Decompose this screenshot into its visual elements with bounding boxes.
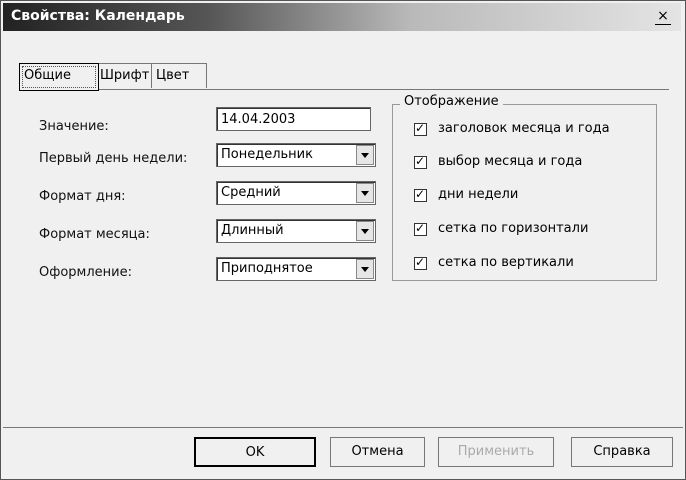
chevron-down-icon[interactable] bbox=[356, 259, 374, 279]
tab-divider bbox=[19, 89, 669, 90]
option-label: заголовок месяца и года bbox=[438, 121, 610, 136]
first-day-label: Первый день недели: bbox=[39, 151, 188, 166]
checkbox[interactable] bbox=[414, 154, 427, 169]
option-label: выбор месяца и года bbox=[438, 154, 583, 169]
chevron-down-icon[interactable] bbox=[356, 183, 374, 203]
style-label: Оформление: bbox=[39, 265, 132, 280]
value-input[interactable]: 14.04.2003 bbox=[216, 107, 371, 131]
value-label: Значение: bbox=[39, 119, 109, 134]
properties-dialog: Свойства: Календарь × Общие Шрифт Цвет З… bbox=[0, 0, 686, 480]
checkbox[interactable] bbox=[414, 187, 427, 202]
button-separator bbox=[3, 427, 683, 428]
month-format-value: Длинный bbox=[221, 223, 284, 238]
month-format-select[interactable]: Длинный bbox=[216, 219, 376, 243]
checkbox[interactable] bbox=[414, 221, 427, 236]
apply-button[interactable]: Применить bbox=[438, 437, 554, 467]
day-format-select[interactable]: Средний bbox=[216, 181, 376, 205]
tab-color[interactable]: Цвет bbox=[151, 63, 207, 88]
month-format-label: Формат месяца: bbox=[39, 227, 150, 242]
style-value: Приподнятое bbox=[221, 261, 313, 276]
tab-font[interactable]: Шрифт bbox=[95, 63, 155, 88]
first-day-select[interactable]: Понедельник bbox=[216, 143, 376, 167]
chevron-down-icon[interactable] bbox=[356, 145, 374, 165]
close-icon[interactable]: × bbox=[655, 9, 671, 25]
option-label: дни недели bbox=[438, 187, 519, 202]
cancel-button[interactable]: Отмена bbox=[330, 437, 425, 467]
style-select[interactable]: Приподнятое bbox=[216, 257, 376, 281]
option-label: сетка по вертикали bbox=[438, 255, 574, 270]
first-day-value: Понедельник bbox=[221, 147, 313, 162]
display-group-title: Отображение bbox=[400, 94, 503, 109]
checkbox[interactable] bbox=[414, 255, 427, 270]
checkbox[interactable] bbox=[414, 121, 427, 136]
tab-general[interactable]: Общие bbox=[19, 63, 99, 91]
day-format-value: Средний bbox=[221, 185, 281, 200]
title-bar[interactable]: Свойства: Календарь × bbox=[3, 3, 681, 31]
chevron-down-icon[interactable] bbox=[356, 221, 374, 241]
ok-button[interactable]: OK bbox=[194, 437, 316, 467]
day-format-label: Формат дня: bbox=[39, 189, 126, 204]
window-title: Свойства: Календарь bbox=[11, 8, 185, 24]
option-label: сетка по горизонтали bbox=[438, 221, 589, 236]
help-button[interactable]: Справка bbox=[571, 437, 673, 467]
